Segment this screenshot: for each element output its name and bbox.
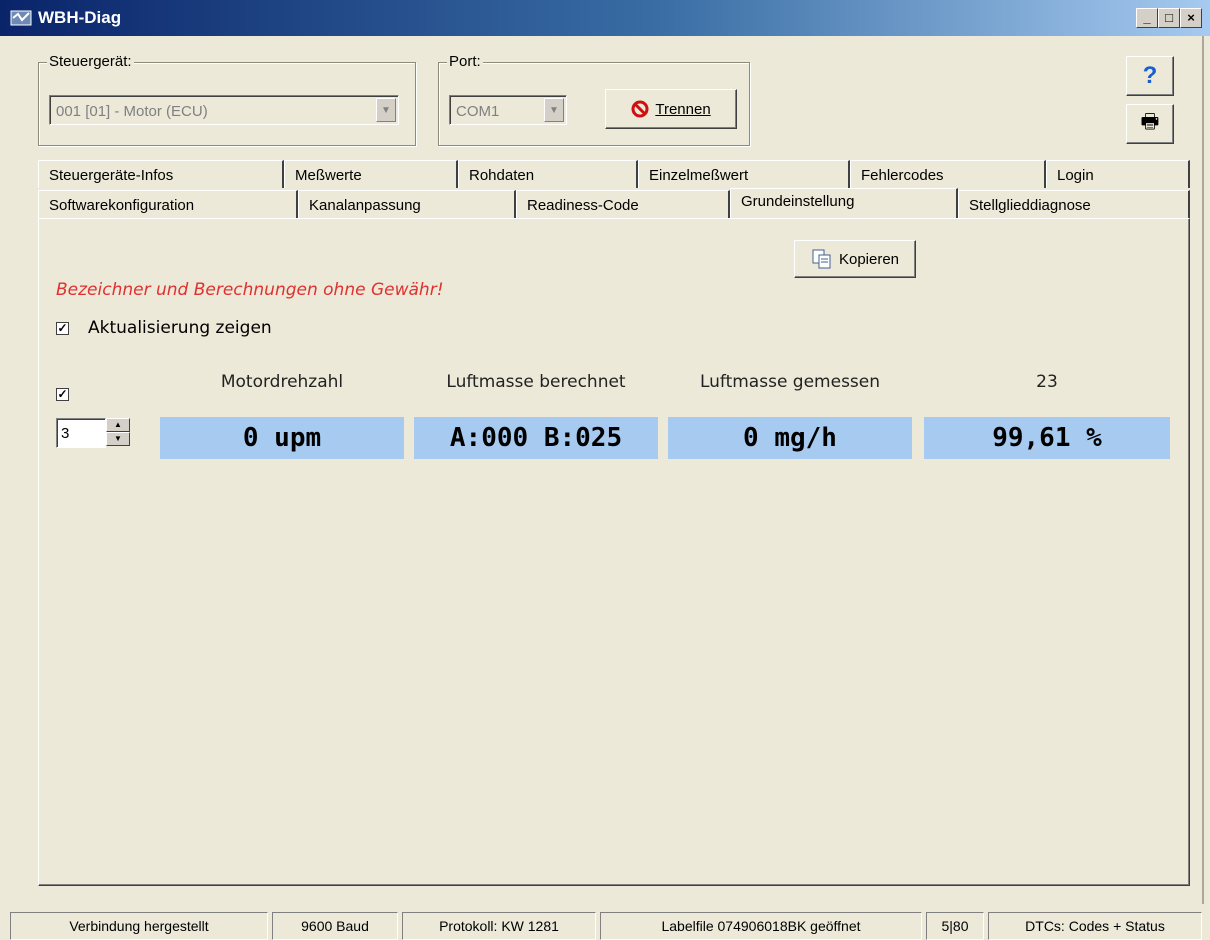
help-button[interactable]: ? (1126, 56, 1174, 96)
port-group-label: Port: (447, 53, 483, 70)
app-icon (10, 10, 32, 26)
help-icon: ? (1142, 62, 1158, 89)
status-connection: Verbindung hergestellt (10, 912, 268, 940)
port-value: COM1 (456, 103, 500, 120)
status-counter: 5|80 (926, 912, 984, 940)
group-checkbox[interactable]: ✓ (56, 388, 69, 401)
disconnect-label: Trennen (655, 100, 711, 118)
copy-icon (812, 249, 831, 269)
column-header-3: Luftmasse gemessen (699, 372, 881, 392)
value-cell-3: 0 mg/h (668, 417, 912, 459)
column-header-4: 23 (1036, 372, 1058, 392)
status-bar: Verbindung hergestellt 9600 Baud Protoko… (8, 912, 1202, 940)
warning-text: Bezeichner und Berechnungen ohne Gewähr! (56, 280, 444, 300)
tab-rohdaten[interactable]: Rohdaten (458, 160, 638, 188)
tab-messwerte[interactable]: Meßwerte (284, 160, 458, 188)
tab-grundeinstellung[interactable]: Grundeinstellung (730, 188, 958, 218)
value-cell-2: A:000 B:025 (414, 417, 658, 459)
spin-down-icon[interactable]: ▼ (106, 432, 130, 446)
value-cell-1: 0 upm (160, 417, 404, 459)
controller-group: Steuergerät: 001 [01] - Motor (ECU) ▼ (38, 53, 416, 146)
tab-fehlercodes[interactable]: Fehlercodes (850, 160, 1046, 188)
port-group: Port: COM1 ▼ Trennen (438, 53, 750, 146)
status-baud: 9600 Baud (272, 912, 398, 940)
close-button[interactable]: × (1180, 8, 1202, 28)
status-dtcs: DTCs: Codes + Status (988, 912, 1202, 940)
window-title: WBH-Diag (38, 8, 122, 27)
show-update-label: Aktualisierung zeigen (88, 318, 272, 338)
print-button[interactable]: 🖶 (1126, 104, 1174, 144)
maximize-button[interactable]: □ (1158, 8, 1180, 28)
tab-softwarekonfiguration[interactable]: Softwarekonfiguration (38, 190, 298, 218)
controller-value: 001 [01] - Motor (ECU) (56, 103, 208, 120)
stop-icon (631, 100, 649, 118)
column-header-2: Luftmasse berechnet (446, 372, 626, 392)
printer-icon: 🖶 (1140, 111, 1160, 133)
tab-stellglieddiagnose[interactable]: Stellglieddiagnose (958, 190, 1190, 218)
tab-login[interactable]: Login (1046, 160, 1190, 188)
column-header-1: Motordrehzahl (220, 372, 344, 392)
title-bar: WBH-Diag _ □ × (0, 0, 1210, 36)
group-number-value: 3 (61, 425, 70, 442)
value-cell-4: 99,61 % (924, 417, 1170, 459)
controller-select[interactable]: 001 [01] - Motor (ECU) ▼ (49, 95, 399, 125)
spin-up-icon[interactable]: ▲ (106, 418, 130, 432)
copy-label: Kopieren (838, 250, 900, 268)
chevron-down-icon[interactable]: ▼ (544, 98, 564, 122)
show-update-checkbox[interactable]: ✓ (56, 322, 69, 335)
port-select[interactable]: COM1 ▼ (449, 95, 567, 125)
chevron-down-icon[interactable]: ▼ (376, 98, 396, 122)
controller-group-label: Steuergerät: (47, 53, 134, 70)
tab-einzelmesswert[interactable]: Einzelmeßwert (638, 160, 850, 188)
group-number-input[interactable]: 3 (56, 418, 106, 448)
status-protocol: Protokoll: KW 1281 (402, 912, 596, 940)
tab-kanalanpassung[interactable]: Kanalanpassung (298, 190, 516, 218)
copy-button[interactable]: Kopieren (794, 240, 916, 278)
tab-steuergeraete-infos[interactable]: Steuergeräte-Infos (38, 160, 284, 188)
status-labelfile: Labelfile 074906018BK geöffnet (600, 912, 922, 940)
disconnect-button[interactable]: Trennen (605, 89, 737, 129)
group-number-spinner[interactable]: ▲ ▼ (106, 418, 130, 448)
tab-readiness-code[interactable]: Readiness-Code (516, 190, 730, 218)
minimize-button[interactable]: _ (1136, 8, 1158, 28)
